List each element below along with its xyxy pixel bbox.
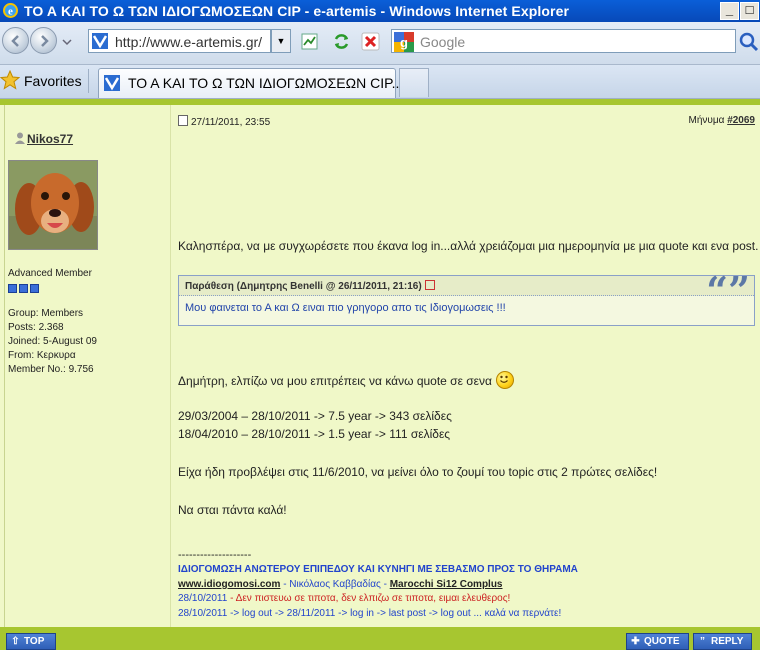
dog-avatar-image	[9, 161, 97, 249]
navigation-bar: http://www.e-artemis.gr/ ▼ g Google	[0, 22, 760, 65]
maximize-button[interactable]: □	[740, 2, 759, 20]
forum-post: Nikos77 Advanced Member Group: Members P…	[4, 105, 760, 627]
signature-gun-link[interactable]: Marocchi Si12 Complus	[390, 579, 503, 590]
smiley-icon	[495, 371, 514, 389]
signature-red-date: 28/10/2011	[178, 593, 228, 604]
search-icon[interactable]	[738, 31, 760, 53]
rank-pip	[8, 284, 17, 293]
message-label: Μήνυμα	[688, 115, 725, 126]
signature-motto: ΙΔΙΟΓΟΜΩΣΗ ΑΝΩΤΕΡΟΥ ΕΠΙΠΕΔΟΥ ΚΑΙ ΚΥΝΗΓΙ …	[178, 564, 578, 575]
post-date-text: 27/11/2011, 23:55	[191, 117, 271, 128]
quote-header: Παράθεση (Δημητρης Benelli @ 26/11/2011,…	[179, 276, 754, 296]
forum-post-area: Nikos77 Advanced Member Group: Members P…	[0, 99, 760, 650]
author-avatar[interactable]	[8, 160, 98, 250]
user-icon	[15, 132, 25, 144]
minimize-button[interactable]: _	[720, 2, 739, 20]
google-logo-icon: g	[394, 32, 414, 52]
author-from: From: Κερκυρα	[8, 350, 76, 361]
quote-label: QUOTE	[644, 636, 680, 647]
signature-links: www.idiogomosi.com - Νικόλαος Καββαδίας …	[178, 579, 503, 590]
author-sidebar: Nikos77 Advanced Member Group: Members P…	[5, 105, 171, 627]
quote-text: Μου φαινεται το Α και Ω ειναι πιο γρηγορ…	[185, 302, 506, 314]
plus-icon: ✚	[631, 636, 640, 647]
author-member-no: Member No.: 9.756	[8, 364, 94, 375]
back-button[interactable]	[2, 27, 29, 54]
quote-header-text: Παράθεση (Δημητρης Benelli @ 26/11/2011,…	[185, 280, 435, 292]
reply-quote-icon: ”	[700, 636, 705, 647]
signature-author: - Νικόλαος Καββαδίας -	[280, 579, 390, 590]
quote-link-icon[interactable]	[424, 280, 435, 290]
svg-text:e: e	[8, 6, 13, 18]
reply-label: REPLY	[711, 636, 744, 647]
svg-text:g: g	[400, 35, 408, 50]
post-line-stats-2: 18/04/2010 – 28/10/2011 -> 1.5 year -> 1…	[178, 427, 451, 441]
post-line-greeting: Να σται πάντα καλά!	[178, 503, 287, 517]
author-joined: Joined: 5-August 09	[8, 336, 97, 347]
quote-source: Παράθεση (Δημητρης Benelli @ 26/11/2011,…	[185, 281, 422, 292]
back-arrow-icon	[11, 35, 19, 47]
favorites-label: Favorites	[24, 73, 82, 89]
window-title: ΤΟ Α ΚΑΙ ΤΟ Ω ΤΩΝ ΙΔΙΟΓΩΜΟΣΕΩΝ CIP - e-a…	[24, 3, 570, 19]
quote-block: Παράθεση (Δημητρης Benelli @ 26/11/2011,…	[178, 271, 755, 326]
post-line-stats-1: 29/03/2004 – 28/10/2011 -> 7.5 year -> 3…	[178, 409, 452, 423]
favorites-tab-bar: Favorites ΤΟ Α ΚΑΙ ΤΟ Ω ΤΩΝ ΙΔΙΟΓΩΜΟΣΕΩΝ…	[0, 65, 760, 99]
favorites-star-icon	[0, 70, 20, 90]
signature-red-line: 28/10/2011 - Δεν πιστευω σε τιποτα, δεν …	[178, 593, 510, 604]
post-action-bar: ⇧ TOP ✚ QUOTE ” REPLY	[0, 627, 760, 650]
post-line-prediction: Είχα ήδη προβλέψει στις 11/6/2010, να με…	[178, 465, 658, 479]
top-label: TOP	[24, 636, 45, 647]
window-title-bar[interactable]: e ΤΟ Α ΚΑΙ ΤΟ Ω ΤΩΝ ΙΔΙΟΓΩΜΟΣΕΩΝ CIP - e…	[0, 0, 760, 22]
author-username[interactable]: Nikos77	[27, 132, 73, 146]
forward-arrow-icon	[41, 35, 49, 47]
reply-button[interactable]: ” REPLY	[693, 633, 752, 650]
address-url[interactable]: http://www.e-artemis.gr/	[115, 34, 270, 50]
address-bar[interactable]: http://www.e-artemis.gr/	[88, 29, 271, 53]
author-rank: Advanced Member	[8, 268, 92, 279]
message-number: Μήνυμα #2069	[689, 115, 756, 126]
forward-button[interactable]	[30, 27, 57, 54]
site-favicon-icon	[104, 75, 120, 91]
message-number-link[interactable]: #2069	[727, 115, 755, 126]
post-line-quote-request: Δημήτρη, ελπίζω να μου επιτρέπεις να κάν…	[178, 371, 514, 389]
up-arrow-icon: ⇧	[11, 636, 20, 647]
history-dropdown-icon[interactable]	[62, 38, 72, 46]
signature-blue-line: 28/10/2011 -> log out -> 28/11/2011 -> l…	[178, 608, 562, 619]
rank-pips	[8, 282, 41, 296]
rank-pip	[19, 284, 28, 293]
signature-red-text: - Δεν πιστευω σε τιποτα, δεν ελπιζω σε τ…	[227, 593, 511, 604]
refresh-icon[interactable]	[331, 31, 352, 52]
top-button[interactable]: ⇧ TOP	[6, 633, 56, 650]
address-dropdown-button[interactable]: ▼	[271, 29, 291, 53]
document-icon	[178, 115, 188, 126]
search-box[interactable]: g Google	[391, 29, 736, 53]
post-intro: Καλησπέρα, να με συγχωρέσετε που έκανα l…	[178, 239, 759, 253]
site-favicon-icon	[92, 33, 108, 49]
post-date: 27/11/2011, 23:55	[178, 115, 270, 128]
quote-marks-icon: “”	[706, 268, 750, 313]
signature-site-link[interactable]: www.idiogomosi.com	[178, 579, 280, 590]
tab-active[interactable]: ΤΟ Α ΚΑΙ ΤΟ Ω ΤΩΝ ΙΔΙΟΓΩΜΟΣΕΩΝ CIP...	[98, 68, 403, 98]
search-placeholder: Google	[420, 34, 466, 50]
internet-explorer-icon: e	[3, 3, 18, 18]
tab-title: ΤΟ Α ΚΑΙ ΤΟ Ω ΤΩΝ ΙΔΙΟΓΩΜΟΣΕΩΝ CIP...	[128, 75, 404, 91]
rank-pip	[30, 284, 39, 293]
author-posts: Posts: 2.368	[8, 322, 64, 333]
author-group: Group: Members	[8, 308, 84, 319]
quote-button[interactable]: ✚ QUOTE	[626, 633, 689, 650]
signature-divider: --------------------	[178, 549, 252, 561]
tab-separator	[88, 69, 89, 93]
post-line-text: Δημήτρη, ελπίζω να μου επιτρέπεις να κάν…	[178, 374, 492, 388]
compatibility-view-icon[interactable]	[299, 31, 320, 52]
new-tab-button[interactable]	[399, 68, 429, 97]
stop-icon[interactable]	[360, 31, 381, 52]
author-info: Group: Members Posts: 2.368 Joined: 5-Au…	[8, 307, 97, 377]
